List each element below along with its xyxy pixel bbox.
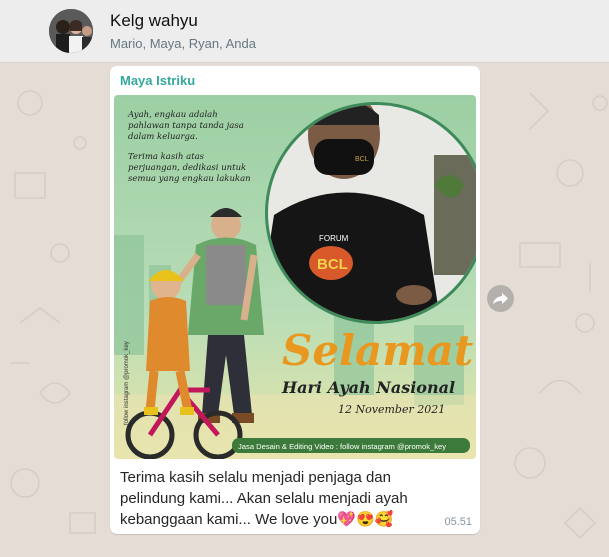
- message-caption: Terima kasih selalu menjadi penjaga dan …: [120, 469, 408, 528]
- poster-quote-line: perjuangan, dedikasi untuk: [128, 163, 246, 173]
- poster-quote-line: dalam keluarga.: [128, 132, 198, 142]
- poster-subtitle: Hari Ayah Nasional: [281, 378, 455, 397]
- poster-quote-line: semua yang engkau lakukan: [128, 174, 251, 184]
- message-bubble[interactable]: Maya Istriku Ayah, engkau adalah pahlawa…: [110, 66, 480, 534]
- shirt-text: FORUM: [319, 234, 349, 243]
- poster-quote-line: Terima kasih atas: [128, 152, 205, 162]
- message-image[interactable]: Ayah, engkau adalah pahlawan tanpa tanda…: [114, 95, 476, 459]
- sender-name[interactable]: Maya Istriku: [120, 73, 195, 88]
- side-credit: follow instagram @promok_key: [124, 341, 130, 425]
- shirt-logo: BCL: [317, 256, 348, 273]
- poster-date: 12 November 2021: [338, 403, 445, 416]
- forward-icon: [493, 293, 508, 305]
- poster-title: Selamat: [282, 326, 473, 375]
- mask-logo: BCL: [355, 156, 369, 163]
- message-time: 05.51: [444, 516, 472, 528]
- group-avatar[interactable]: [49, 9, 93, 53]
- poster-quote-line: Ayah, engkau adalah: [127, 110, 218, 120]
- chat-title[interactable]: Kelg wahyu: [110, 11, 198, 31]
- chat-members[interactable]: Mario, Maya, Ryan, Anda: [110, 36, 256, 51]
- forward-button[interactable]: [487, 285, 514, 312]
- poster-credit: Jasa Desain & Editing Video : follow ins…: [238, 442, 446, 451]
- chat-header[interactable]: Kelg wahyu Mario, Maya, Ryan, Anda: [0, 0, 609, 63]
- poster-quote-line: pahlawan tanpa tanda jasa: [128, 121, 244, 131]
